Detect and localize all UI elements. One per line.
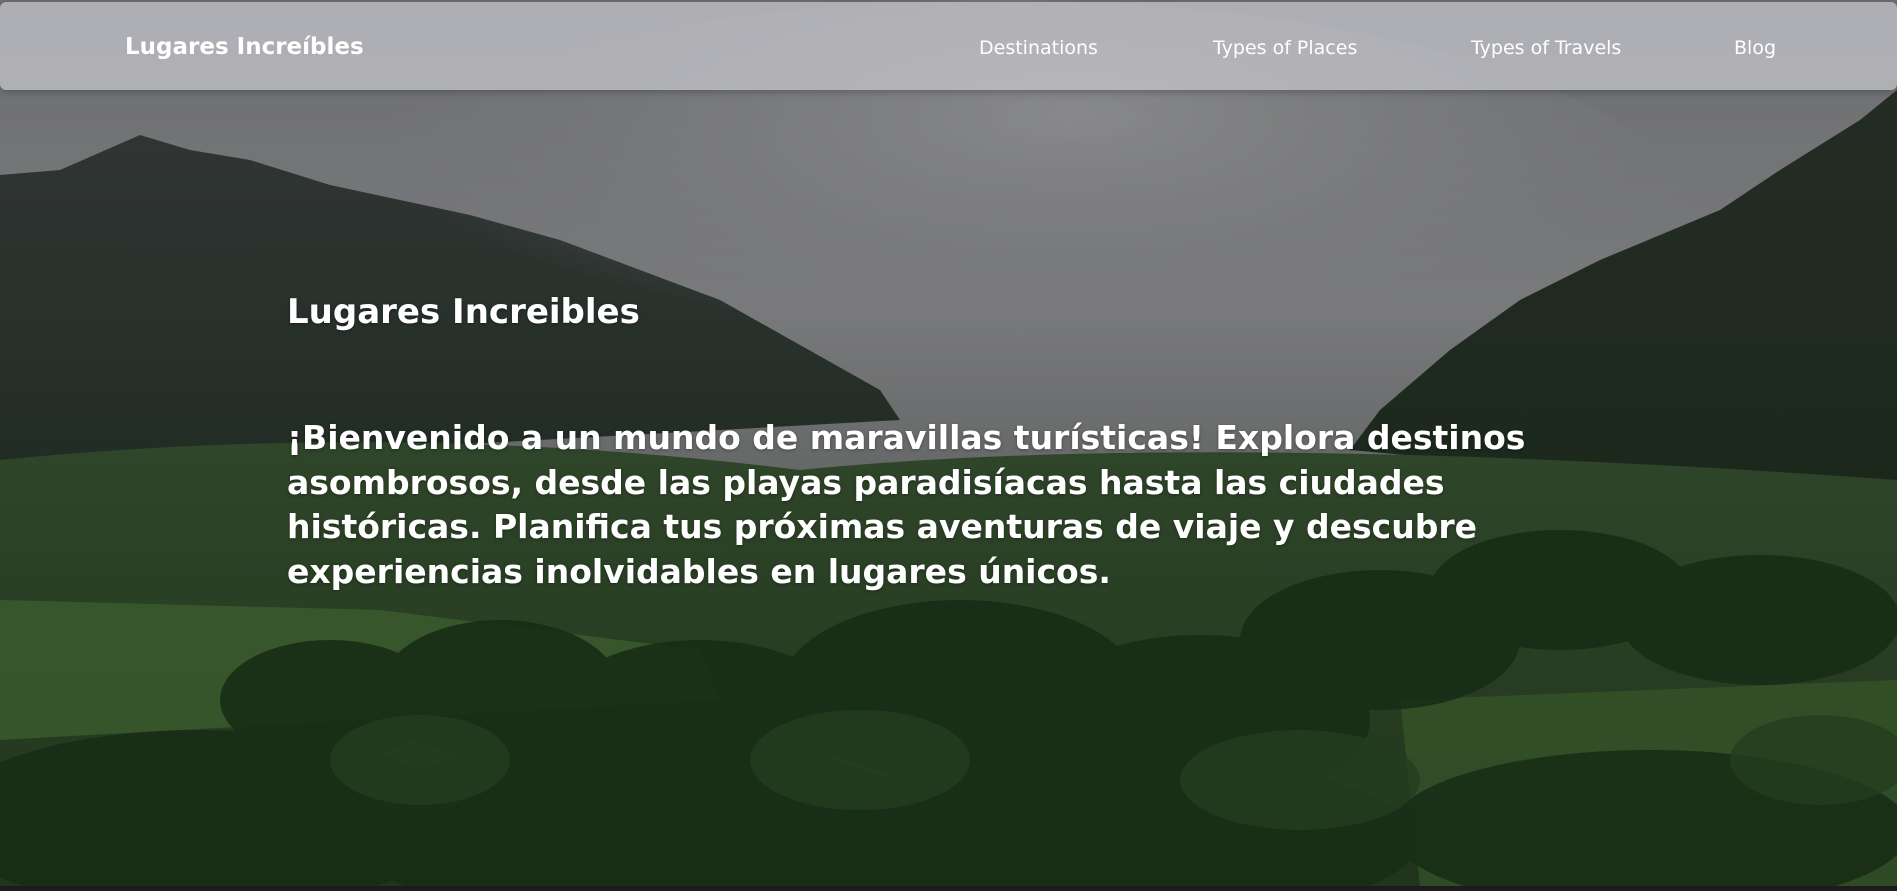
navbar: Lugares Increíbles Destinations Types of… xyxy=(0,2,1897,90)
hero-section: Lugares Increibles ¡Bienvenido a un mund… xyxy=(287,288,1587,594)
nav-link-blog[interactable]: Blog xyxy=(1734,37,1776,59)
nav-link-types-of-places[interactable]: Types of Places xyxy=(1213,37,1357,59)
hero-title: Lugares Increibles xyxy=(287,292,640,332)
page: Lugares Increíbles Destinations Types of… xyxy=(0,0,1897,886)
nav-links: Destinations Types of Places Types of Tr… xyxy=(0,37,1897,67)
nav-link-destinations[interactable]: Destinations xyxy=(979,37,1098,59)
hero-welcome-text: ¡Bienvenido a un mundo de maravillas tur… xyxy=(287,418,1526,591)
page-bottom-edge xyxy=(0,886,1897,891)
nav-link-types-of-travels[interactable]: Types of Travels xyxy=(1471,37,1621,59)
